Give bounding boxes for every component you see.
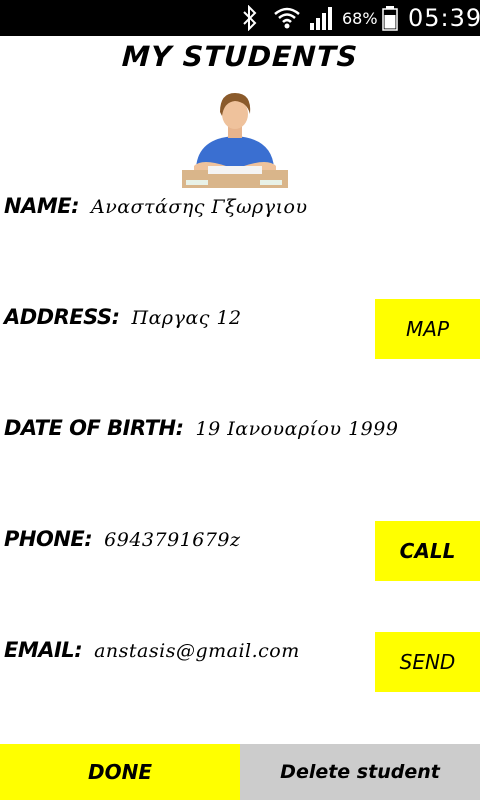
battery-percentage: 68% — [342, 9, 378, 28]
date-of-birth-value: 19 Ιανουαρίου 1999 — [195, 418, 399, 440]
name-row: NAME: Αναστάσης Γξωργιου — [4, 194, 308, 218]
phone-label: PHONE: — [4, 527, 93, 551]
battery-icon — [382, 6, 398, 31]
address-label: ADDRESS: — [4, 305, 120, 329]
name-value: Αναστάσης Γξωργιου — [90, 196, 308, 218]
call-button[interactable]: CALL — [375, 521, 480, 581]
send-button[interactable]: SEND — [375, 632, 480, 692]
delete-student-button[interactable]: Delete student — [240, 744, 480, 800]
email-label: EMAIL: — [4, 638, 83, 662]
name-label: NAME: — [4, 194, 79, 218]
phone-row: PHONE: 6943791679z — [4, 527, 241, 551]
address-row: ADDRESS: Παργας 12 — [4, 305, 242, 329]
bottom-action-bar: DONE Delete student — [0, 744, 480, 800]
student-photo — [182, 88, 288, 188]
phone-value: 6943791679z — [104, 529, 241, 551]
page-title: MY STUDENTS — [121, 40, 359, 73]
bluetooth-icon — [243, 5, 257, 31]
clock: 05:39 — [408, 4, 480, 32]
date-of-birth-row: DATE OF BIRTH: 19 Ιανουαρίου 1999 — [4, 416, 398, 440]
address-value: Παργας 12 — [131, 307, 242, 329]
done-button[interactable]: DONE — [0, 744, 240, 800]
map-button[interactable]: MAP — [375, 299, 480, 359]
wifi-icon — [274, 7, 300, 29]
email-row: EMAIL: anstasis@gmail.com — [4, 638, 300, 662]
status-bar: 68% 05:39 — [0, 0, 480, 36]
signal-icon — [310, 7, 332, 30]
date-of-birth-label: DATE OF BIRTH: — [4, 416, 184, 440]
email-value: anstasis@gmail.com — [94, 640, 300, 662]
